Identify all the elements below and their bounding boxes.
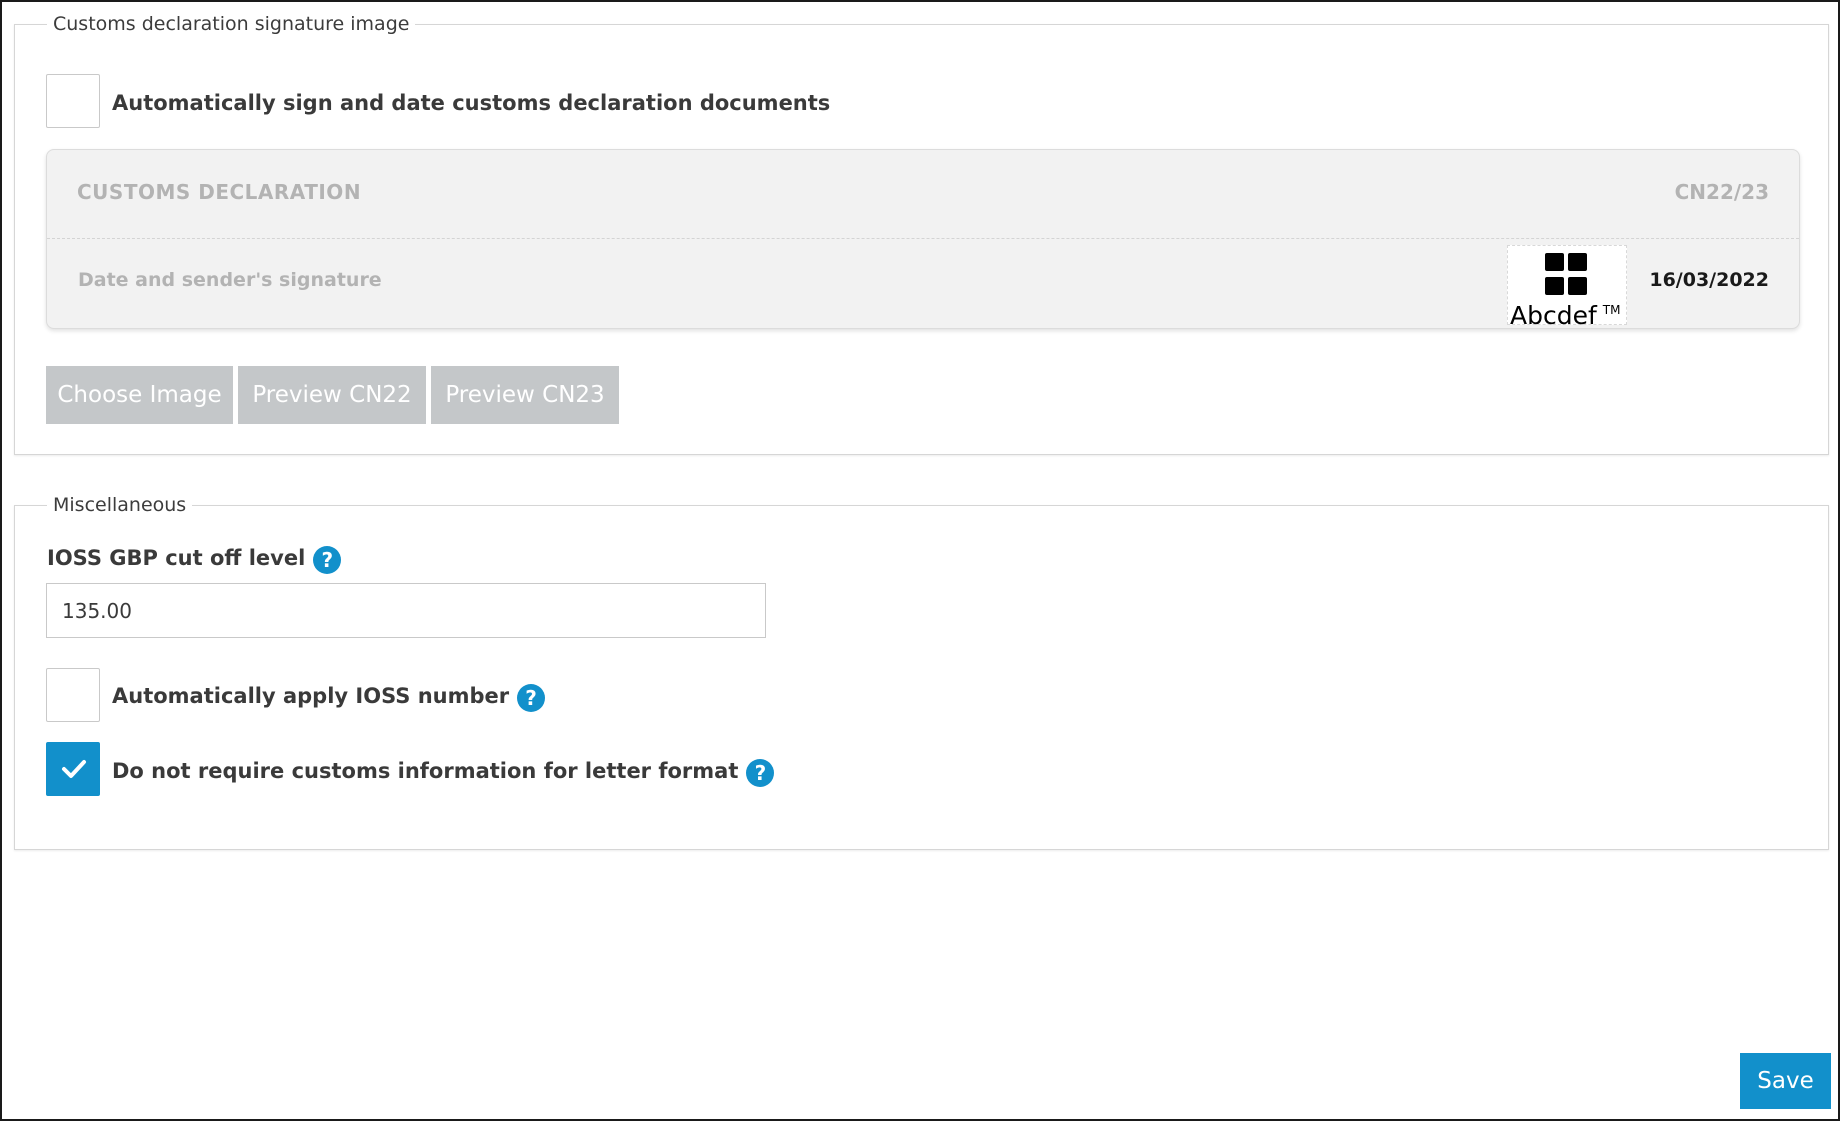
preview-title: CUSTOMS DECLARATION [77,180,362,204]
preview-cn22-button[interactable]: Preview CN22 [238,366,426,424]
ioss-cutoff-input[interactable] [46,583,766,638]
settings-panel: Customs declaration signature image Auto… [0,0,1840,1121]
signature-name: Abcdef [1510,301,1597,330]
auto-sign-label[interactable]: Automatically sign and date customs decl… [112,90,830,116]
help-icon[interactable]: ? [313,546,342,574]
signature-date: 16/03/2022 [1649,269,1769,291]
section-legend-signature: Customs declaration signature image [53,13,410,35]
no-customs-letter-checkbox[interactable] [46,742,100,796]
auto-ioss-label: Automatically apply IOSS number? [112,683,546,712]
auto-sign-checkbox[interactable] [46,74,100,128]
help-icon[interactable]: ? [746,759,775,787]
help-icon[interactable]: ? [517,684,546,712]
auto-ioss-label-text[interactable]: Automatically apply IOSS number [112,684,509,708]
ioss-cutoff-label: IOSS GBP cut off level? [47,546,342,574]
no-customs-letter-label-text[interactable]: Do not require customs information for l… [112,759,738,783]
preview-form-code: CN22/23 [1674,180,1769,204]
signature-text: Abcdef TM [1510,296,1620,330]
signature-row-label: Date and sender's signature [78,269,382,291]
preview-divider [47,238,1799,239]
choose-image-button[interactable]: Choose Image [46,366,233,424]
customs-declaration-preview: CUSTOMS DECLARATION CN22/23 Date and sen… [46,149,1800,330]
ioss-cutoff-label-text: IOSS GBP cut off level [47,546,306,570]
auto-ioss-checkbox[interactable] [46,668,100,722]
save-button[interactable]: Save [1740,1053,1831,1109]
preview-cn23-button[interactable]: Preview CN23 [431,366,619,424]
signature-trademark: TM [1602,303,1621,317]
section-legend-misc: Miscellaneous [53,494,187,516]
signature-logo-icon [1545,253,1589,297]
checkmark-icon [62,760,86,778]
signature-image: Abcdef TM [1507,245,1627,330]
no-customs-letter-label: Do not require customs information for l… [112,758,775,787]
